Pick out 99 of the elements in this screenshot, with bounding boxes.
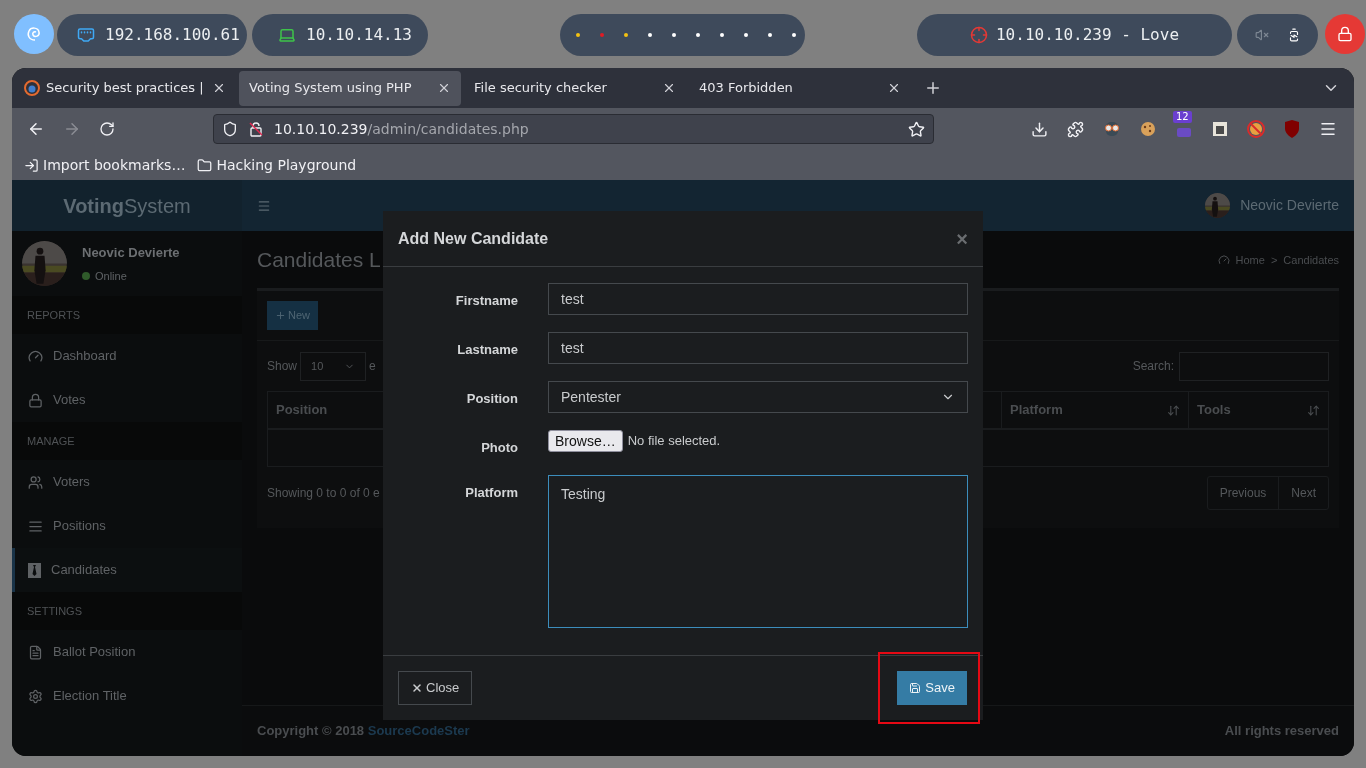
local-ip: 192.168.100.61 xyxy=(105,24,240,46)
field-label: Photo xyxy=(480,439,518,457)
table-info: Showing 0 to 0 of 0 e xyxy=(267,485,380,502)
url-text: 10.10.10.239/admin/candidates.php xyxy=(274,119,529,139)
logo: VotingSystem xyxy=(12,180,242,231)
vpn-ip: 10.10.14.13 xyxy=(306,24,412,46)
file-icon xyxy=(28,644,43,660)
breadcrumb-link[interactable]: Home xyxy=(1235,251,1265,269)
close-icon[interactable]: × xyxy=(956,228,968,249)
breadcrumb-separator: > xyxy=(1270,252,1278,268)
globe-icon xyxy=(24,80,40,96)
close-tab-icon[interactable] xyxy=(212,81,226,95)
textarea-field[interactable]: Testing xyxy=(548,474,968,628)
laptop-icon xyxy=(278,26,296,44)
show-suffix: e xyxy=(369,358,376,375)
tie-icon xyxy=(28,562,41,578)
column-header[interactable]: Platform xyxy=(1001,392,1188,428)
network-icon xyxy=(77,26,95,44)
page-size-select[interactable]: 10 xyxy=(300,351,367,381)
sort-icon xyxy=(1167,403,1180,417)
list-icon xyxy=(28,518,43,534)
lock-icon xyxy=(28,392,43,408)
close-tab-icon[interactable] xyxy=(887,81,901,95)
no-bug-icon[interactable] xyxy=(1247,120,1265,138)
insecure-lock-icon xyxy=(248,121,264,137)
save-icon xyxy=(909,682,922,694)
select-field[interactable]: Pentester xyxy=(548,381,968,413)
field-label: Firstname xyxy=(454,292,518,310)
launcher-button[interactable] xyxy=(14,14,54,54)
bookmark-star-icon[interactable] xyxy=(908,120,925,138)
user-menu[interactable]: Neovic Devierte xyxy=(1205,193,1339,218)
url-field[interactable]: 10.10.10.239/admin/candidates.php xyxy=(213,114,934,144)
sidebar-item[interactable]: Ballot Position xyxy=(12,630,242,674)
sidebar-item[interactable]: Voters xyxy=(12,460,242,504)
column-header[interactable]: Position xyxy=(268,392,368,428)
plus-icon xyxy=(275,310,286,321)
section-header: REPORTS xyxy=(12,296,242,334)
bookmark-item[interactable]: Import bookmarks… xyxy=(24,154,186,176)
browse-button[interactable]: Browse… xyxy=(548,430,623,452)
field-label: Lastname xyxy=(456,341,518,359)
save-button[interactable]: Save xyxy=(897,671,967,705)
rights-text: All rights reserved xyxy=(1224,722,1339,741)
search-label: Search: xyxy=(1132,358,1174,375)
modal-title: Add New Candidate xyxy=(398,228,549,249)
extensions-icon[interactable] xyxy=(1067,120,1084,138)
show-label: Show xyxy=(267,358,298,375)
text-field[interactable]: test xyxy=(548,332,968,364)
browser-tab[interactable]: 403 Forbidden xyxy=(689,70,911,106)
folder-icon xyxy=(197,157,213,173)
breadcrumb-current: Candidates xyxy=(1283,252,1339,268)
photo-icon[interactable] xyxy=(1212,121,1228,137)
crosshair-icon xyxy=(970,26,988,44)
section-header: MANAGE xyxy=(12,422,242,460)
user-name: Neovic Devierte xyxy=(82,244,180,262)
mute-icon xyxy=(1254,28,1269,42)
close-icon xyxy=(411,682,423,694)
lock-icon xyxy=(1337,26,1353,42)
previous-button[interactable]: Previous xyxy=(1207,477,1279,509)
close-tab-icon[interactable] xyxy=(437,81,451,95)
browser-tab[interactable]: Security best practices | xyxy=(14,70,236,106)
footer-link[interactable]: SourceCodeSter xyxy=(367,723,470,739)
sidebar-item[interactable]: Positions xyxy=(12,504,242,548)
cookie-icon[interactable] xyxy=(1140,121,1156,137)
dashboard-icon xyxy=(1217,254,1230,266)
text-field[interactable]: test xyxy=(548,283,968,315)
column-header[interactable]: Tools xyxy=(1188,392,1328,428)
users-icon xyxy=(28,474,43,490)
sort-icon xyxy=(1307,403,1320,417)
close-button[interactable]: Close xyxy=(398,671,473,705)
close-tab-icon[interactable] xyxy=(662,81,676,95)
sidebar-toggle-icon[interactable] xyxy=(257,198,271,213)
download-icon[interactable] xyxy=(1031,120,1048,138)
shield-icon xyxy=(222,121,238,137)
new-tab-icon[interactable] xyxy=(924,79,942,97)
browser-tab[interactable]: File security checker xyxy=(464,70,686,106)
browser-tab[interactable]: Voting System using PHP xyxy=(239,70,461,106)
field-label: Platform xyxy=(464,483,518,502)
menu-icon[interactable] xyxy=(1319,120,1337,138)
import-icon xyxy=(24,157,39,173)
page-title: Candidates L xyxy=(257,247,381,274)
new-button[interactable]: New xyxy=(267,301,318,330)
reload-icon[interactable] xyxy=(99,121,115,137)
target-label: 10.10.10.239 - Love xyxy=(996,24,1179,46)
sidebar-item[interactable]: Votes xyxy=(12,378,242,422)
cog-icon xyxy=(28,688,43,704)
sidebar-item[interactable]: Dashboard xyxy=(12,334,242,378)
file-status: No file selected. xyxy=(627,432,721,451)
dashboard-icon xyxy=(28,348,43,364)
lock-button[interactable] xyxy=(1325,14,1365,54)
section-header: SETTINGS xyxy=(12,592,242,630)
copyright-text: Copyright © 2018 SourceCodeSter xyxy=(257,722,470,741)
next-button[interactable]: Next xyxy=(1278,477,1328,509)
bookmark-item[interactable]: Hacking Playground xyxy=(197,154,357,176)
back-icon[interactable] xyxy=(27,120,45,138)
sidebar-item[interactable]: Election Title xyxy=(12,674,242,718)
field-label: Position xyxy=(465,390,518,408)
user-status: Online xyxy=(82,267,180,284)
extension-badge: 12 xyxy=(1173,111,1192,123)
goggles-icon[interactable] xyxy=(1103,121,1121,137)
